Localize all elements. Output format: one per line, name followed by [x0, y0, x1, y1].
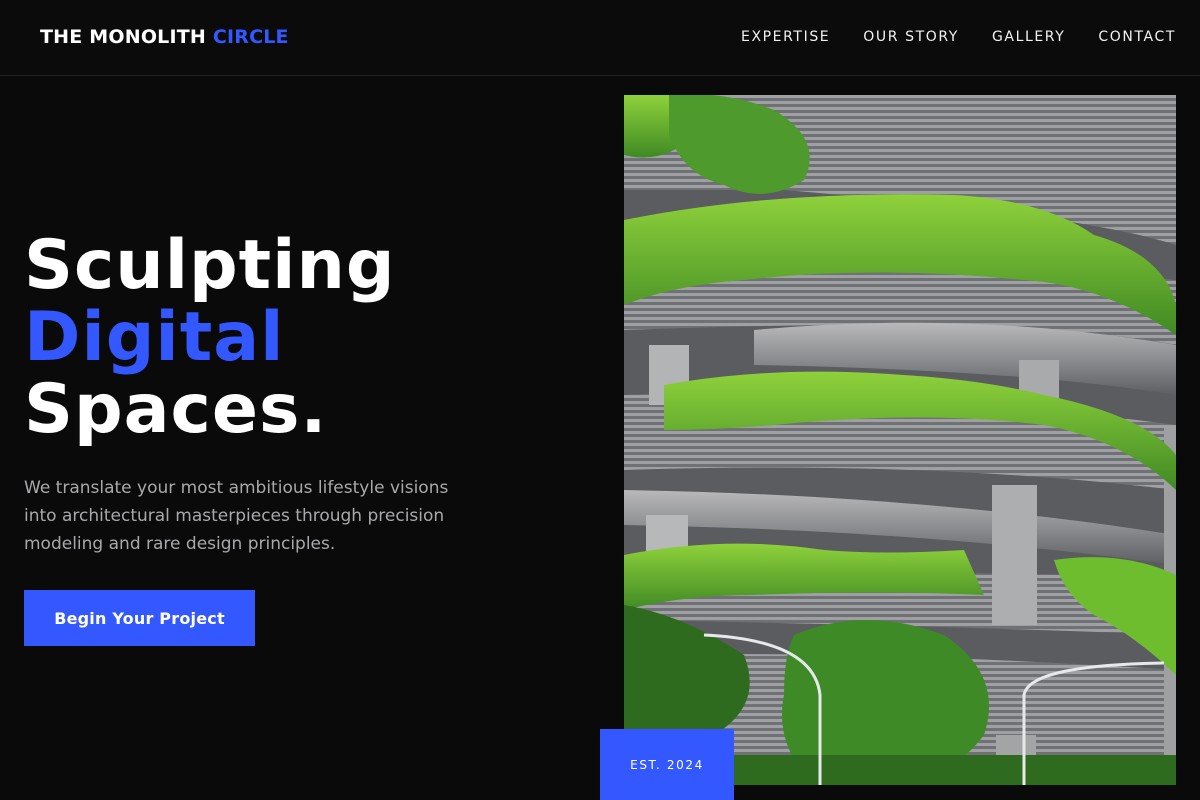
nav-link-contact[interactable]: CONTACT	[1098, 29, 1176, 45]
hero-heading-line-2: Digital	[24, 298, 285, 377]
hero-image	[624, 95, 1176, 785]
nav-link-expertise[interactable]: EXPERTISE	[741, 29, 830, 45]
hero-heading-line-3: Spaces.	[24, 370, 328, 449]
established-badge: EST. 2024	[600, 729, 734, 800]
begin-project-button[interactable]: Begin Your Project	[24, 590, 255, 646]
brand-logo[interactable]: THE MONOLITH CIRCLE	[40, 26, 289, 48]
nav-link-our-story[interactable]: OUR STORY	[863, 29, 959, 45]
building-illustration	[624, 95, 1176, 785]
top-navigation-bar: THE MONOLITH CIRCLE EXPERTISE OUR STORY …	[0, 0, 1200, 76]
hero-description: We translate your most ambitious lifesty…	[24, 478, 449, 554]
landing-page: THE MONOLITH CIRCLE EXPERTISE OUR STORY …	[0, 0, 1200, 800]
hero-heading: Sculpting Digital Spaces.	[24, 230, 396, 446]
brand-name: THE MONOLITH	[40, 26, 207, 48]
nav-link-gallery[interactable]: GALLERY	[992, 29, 1065, 45]
main-nav: EXPERTISE OUR STORY GALLERY CONTACT	[741, 29, 1176, 45]
hero-heading-line-1: Sculpting	[24, 226, 396, 305]
brand-name-accent: CIRCLE	[212, 26, 289, 48]
